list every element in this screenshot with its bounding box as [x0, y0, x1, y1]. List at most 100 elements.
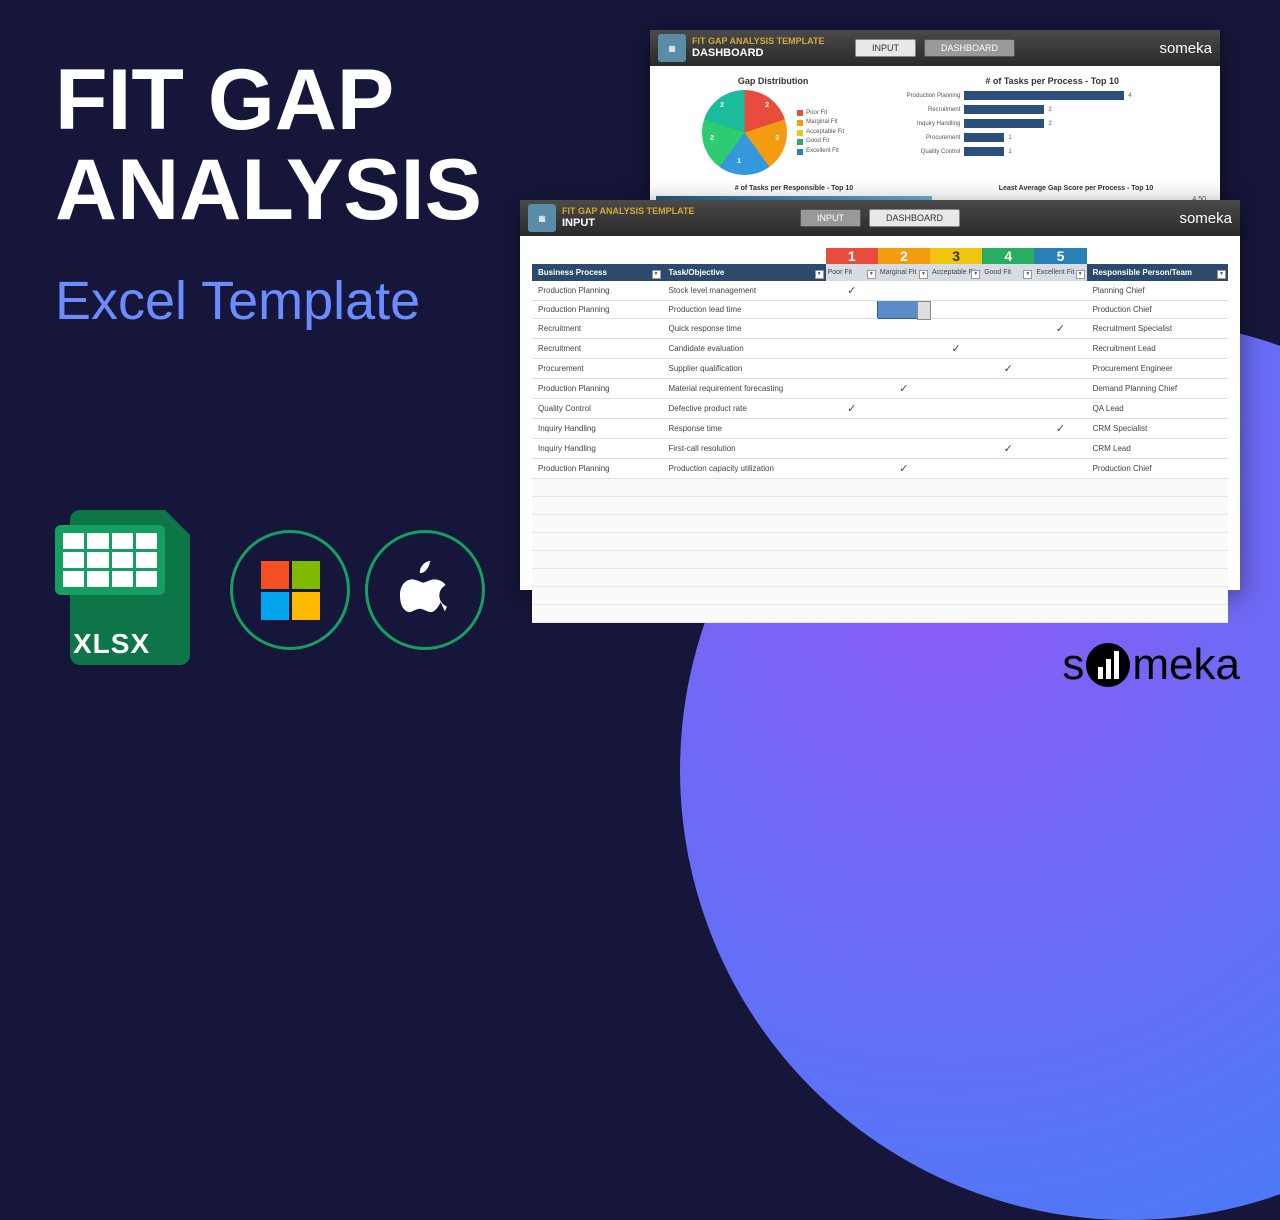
- score-cell[interactable]: [982, 379, 1034, 399]
- score-cell[interactable]: [878, 319, 930, 339]
- score-cell[interactable]: [1034, 379, 1086, 399]
- header-acceptable-fit[interactable]: Acceptable Fit▼: [930, 264, 982, 281]
- business-process-cell[interactable]: Quality Control: [532, 399, 663, 419]
- score-cell[interactable]: [930, 281, 982, 301]
- task-cell[interactable]: Defective product rate: [663, 399, 826, 419]
- empty-row[interactable]: [532, 479, 1228, 497]
- score-cell[interactable]: [826, 439, 878, 459]
- score-cell[interactable]: [826, 419, 878, 439]
- score-cell[interactable]: [930, 319, 982, 339]
- responsible-cell[interactable]: Demand Planning Chief: [1087, 379, 1228, 399]
- score-cell[interactable]: [930, 301, 982, 319]
- score-cell[interactable]: ✓: [878, 379, 930, 399]
- business-process-cell[interactable]: Inquiry Handling: [532, 419, 663, 439]
- empty-row[interactable]: [532, 605, 1228, 623]
- task-cell[interactable]: Supplier qualification: [663, 359, 826, 379]
- score-cell[interactable]: ✓: [1034, 419, 1086, 439]
- responsible-cell[interactable]: Production Chief: [1087, 301, 1228, 319]
- header-responsible[interactable]: Responsible Person/Team▼: [1087, 264, 1228, 281]
- score-cell[interactable]: [826, 339, 878, 359]
- score-cell[interactable]: [1034, 281, 1086, 301]
- score-cell[interactable]: ✓: [982, 359, 1034, 379]
- business-process-cell[interactable]: Recruitment: [532, 339, 663, 359]
- score-cell[interactable]: [930, 399, 982, 419]
- score-cell[interactable]: [1034, 399, 1086, 419]
- score-cell[interactable]: ✓: [826, 281, 878, 301]
- header-excellent-fit[interactable]: Excellent Fit▼: [1034, 264, 1086, 281]
- score-cell[interactable]: [1034, 439, 1086, 459]
- score-cell[interactable]: [826, 379, 878, 399]
- empty-row[interactable]: [532, 551, 1228, 569]
- score-cell[interactable]: [982, 459, 1034, 479]
- score-cell[interactable]: ✓: [878, 459, 930, 479]
- score-cell[interactable]: [826, 319, 878, 339]
- header-good-fit[interactable]: Good Fit▼: [982, 264, 1034, 281]
- input-input-button[interactable]: INPUT: [800, 209, 861, 227]
- responsible-cell[interactable]: CRM Specialist: [1087, 419, 1228, 439]
- score-cell[interactable]: [878, 439, 930, 459]
- task-cell[interactable]: Production capacity utilization: [663, 459, 826, 479]
- business-process-cell[interactable]: Production Planning: [532, 379, 663, 399]
- empty-row[interactable]: [532, 533, 1228, 551]
- score-cell[interactable]: [982, 419, 1034, 439]
- score-cell[interactable]: [826, 359, 878, 379]
- empty-row[interactable]: [532, 569, 1228, 587]
- score-cell[interactable]: [878, 301, 930, 319]
- score-cell[interactable]: [982, 339, 1034, 359]
- business-process-cell[interactable]: Production Planning: [532, 301, 663, 319]
- responsible-cell[interactable]: QA Lead: [1087, 399, 1228, 419]
- score-cell[interactable]: ✓: [930, 339, 982, 359]
- header-marginal-fit[interactable]: Marginal Fit▼: [878, 264, 930, 281]
- score-cell[interactable]: [1034, 301, 1086, 319]
- task-cell[interactable]: Response time: [663, 419, 826, 439]
- score-cell[interactable]: [878, 359, 930, 379]
- header-task[interactable]: Task/Objective▼: [663, 264, 826, 281]
- empty-row[interactable]: [532, 515, 1228, 533]
- empty-row[interactable]: [532, 587, 1228, 605]
- score-cell[interactable]: [930, 419, 982, 439]
- business-process-cell[interactable]: Recruitment: [532, 319, 663, 339]
- header-poor-fit[interactable]: Poor Fit▼: [826, 264, 878, 281]
- business-process-cell[interactable]: Procurement: [532, 359, 663, 379]
- score-cell[interactable]: [1034, 459, 1086, 479]
- score-cell[interactable]: [930, 459, 982, 479]
- score-cell[interactable]: ✓: [1034, 319, 1086, 339]
- responsible-cell[interactable]: Production Chief: [1087, 459, 1228, 479]
- business-process-cell[interactable]: Production Planning: [532, 281, 663, 301]
- task-cell[interactable]: Candidate evaluation: [663, 339, 826, 359]
- score-cell[interactable]: [982, 301, 1034, 319]
- score-cell[interactable]: [930, 379, 982, 399]
- score-cell[interactable]: [878, 281, 930, 301]
- score-cell[interactable]: [1034, 339, 1086, 359]
- score-cell[interactable]: ✓: [826, 399, 878, 419]
- score-cell[interactable]: [982, 319, 1034, 339]
- task-cell[interactable]: Stock level management: [663, 281, 826, 301]
- dashboard-input-button[interactable]: INPUT: [855, 39, 916, 57]
- header-business-process[interactable]: Business Process▼: [532, 264, 663, 281]
- business-process-cell[interactable]: Production Planning: [532, 459, 663, 479]
- score-cell[interactable]: [878, 419, 930, 439]
- task-cell[interactable]: Quick response time: [663, 319, 826, 339]
- score-cell[interactable]: [930, 439, 982, 459]
- responsible-cell[interactable]: CRM Lead: [1087, 439, 1228, 459]
- score-cell[interactable]: ✓: [982, 439, 1034, 459]
- task-cell[interactable]: First-call resolution: [663, 439, 826, 459]
- score-cell[interactable]: [878, 399, 930, 419]
- score-cell[interactable]: [1034, 359, 1086, 379]
- task-cell[interactable]: Material requirement forecasting: [663, 379, 826, 399]
- score-cell[interactable]: [982, 281, 1034, 301]
- input-dash-button[interactable]: DASHBOARD: [869, 209, 960, 227]
- responsible-cell[interactable]: Procurement Engineer: [1087, 359, 1228, 379]
- empty-row[interactable]: [532, 497, 1228, 515]
- business-process-cell[interactable]: Inquiry Handling: [532, 439, 663, 459]
- task-cell[interactable]: Production lead time: [663, 301, 826, 319]
- score-cell[interactable]: [826, 301, 878, 319]
- score-cell[interactable]: [878, 339, 930, 359]
- score-cell[interactable]: [826, 459, 878, 479]
- dashboard-dash-button[interactable]: DASHBOARD: [924, 39, 1015, 57]
- responsible-cell[interactable]: Recruitment Lead: [1087, 339, 1228, 359]
- responsible-cell[interactable]: Recruitment Specialist: [1087, 319, 1228, 339]
- score-cell[interactable]: [930, 359, 982, 379]
- score-cell[interactable]: [982, 399, 1034, 419]
- responsible-cell[interactable]: Planning Chief: [1087, 281, 1228, 301]
